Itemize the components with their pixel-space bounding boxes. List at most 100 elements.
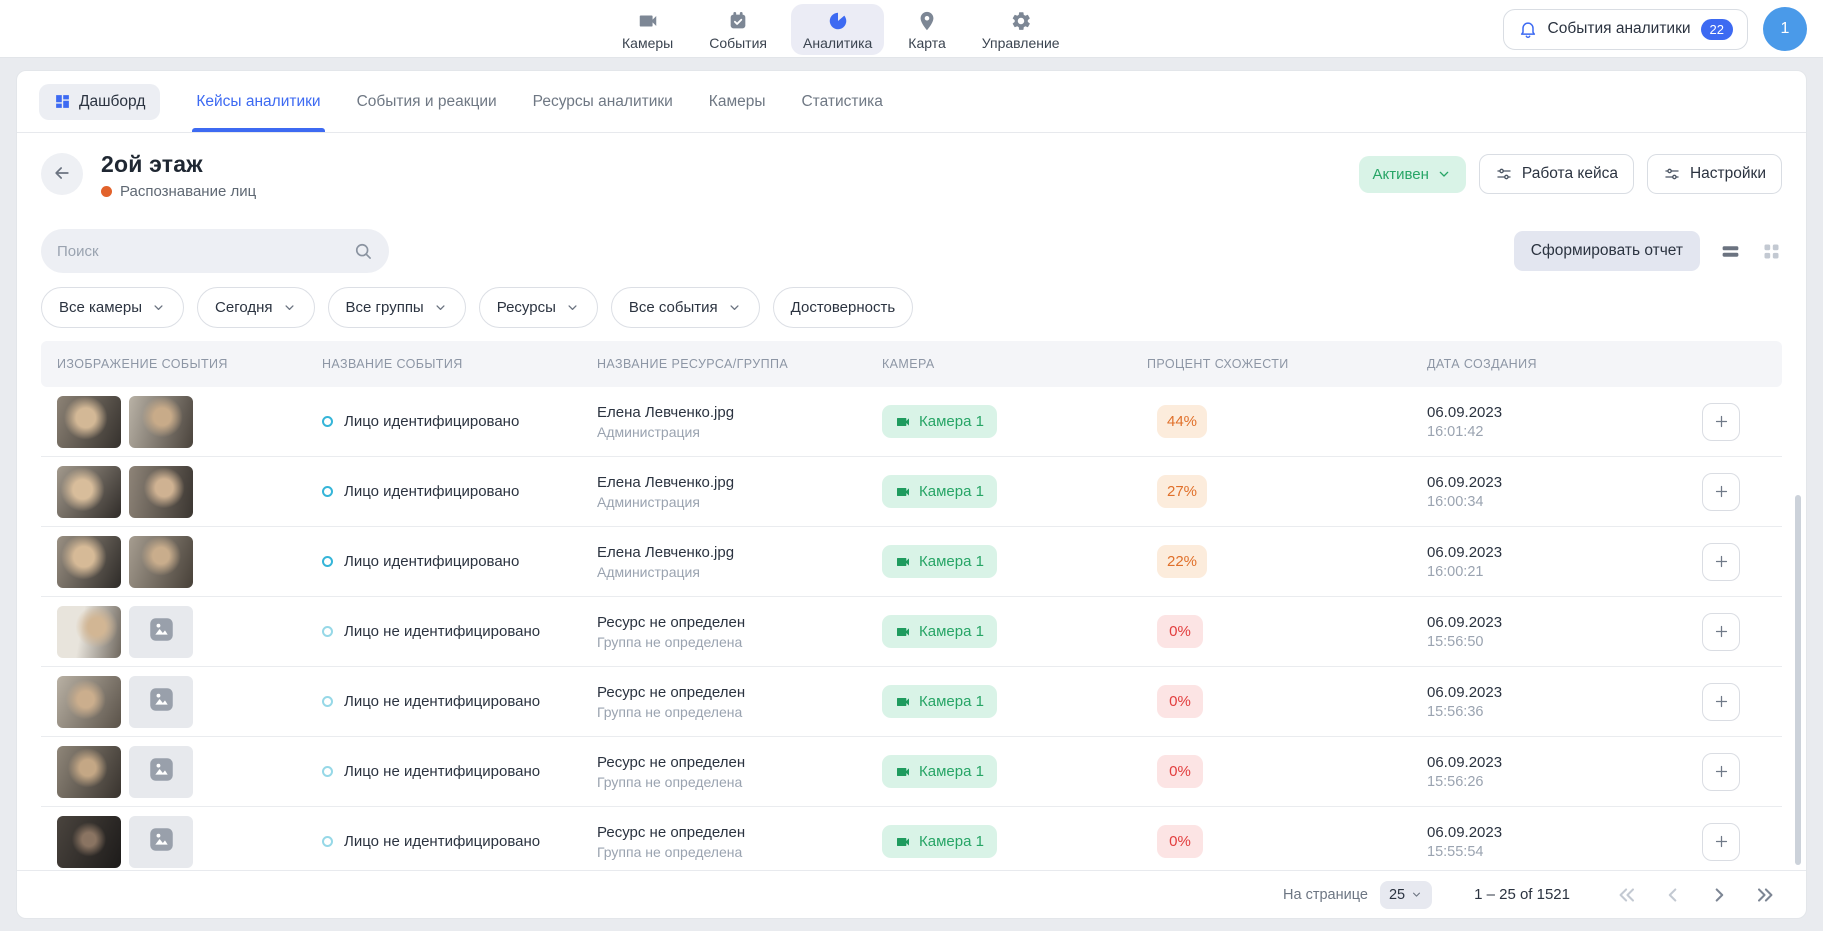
avatar[interactable]: 1 (1763, 7, 1807, 51)
camera-badge: Камера 1 (882, 475, 997, 508)
case-work-button[interactable]: Работа кейса (1479, 154, 1634, 194)
resource-name: Елена Левченко.jpg (597, 474, 882, 491)
event-photo[interactable] (57, 676, 121, 728)
list-view-icon[interactable] (1720, 241, 1741, 262)
tab-1[interactable]: Кейсы аналитики (196, 71, 320, 132)
case-settings-button[interactable]: Настройки (1647, 154, 1782, 194)
per-page-value: 25 (1389, 887, 1405, 903)
videocam-icon (895, 554, 911, 570)
filter-label: Сегодня (215, 299, 273, 316)
action-cell (1657, 823, 1766, 861)
table-row[interactable]: Лицо не идентифицировано Ресурс не опред… (41, 737, 1782, 807)
search-icon[interactable] (353, 241, 373, 261)
avatar-text: 1 (1781, 20, 1790, 38)
event-photo-placeholder[interactable] (129, 816, 193, 868)
grid-view-icon[interactable] (1761, 241, 1782, 262)
bell-icon (1518, 19, 1538, 39)
next-page-button[interactable] (1708, 884, 1730, 906)
arrow-left-icon (52, 163, 72, 186)
tab-label: События и реакции (357, 93, 497, 111)
videocam-icon (895, 484, 911, 500)
search-input[interactable] (57, 243, 353, 260)
event-date: 06.09.2023 (1427, 474, 1657, 491)
event-name-cell: Лицо идентифицировано (322, 553, 597, 570)
case-work-label: Работа кейса (1522, 165, 1618, 183)
resource-name: Ресурс не определен (597, 614, 882, 631)
last-page-button[interactable] (1754, 884, 1776, 906)
similarity-percent: 44% (1157, 405, 1207, 438)
table-row[interactable]: Лицо не идентифицировано Ресурс не опред… (41, 667, 1782, 737)
topnav-item-camera[interactable]: Камеры (610, 4, 685, 55)
event-photo[interactable] (129, 466, 193, 518)
tab-4[interactable]: Камеры (709, 71, 766, 132)
action-cell (1657, 683, 1766, 721)
event-photo[interactable] (57, 536, 121, 588)
add-button[interactable] (1702, 823, 1740, 861)
filter-0[interactable]: Все камеры (41, 287, 184, 328)
event-photo[interactable] (57, 746, 121, 798)
similarity-percent: 0% (1157, 755, 1203, 788)
percent-cell: 22% (1147, 545, 1427, 578)
first-page-button[interactable] (1616, 884, 1638, 906)
topnav-item-map[interactable]: Карта (896, 4, 957, 55)
percent-cell: 0% (1147, 685, 1427, 718)
resource-name: Ресурс не определен (597, 754, 882, 771)
table-scrollbar[interactable] (1795, 495, 1801, 865)
generate-report-button[interactable]: Сформировать отчет (1514, 231, 1700, 271)
event-photo[interactable] (57, 396, 121, 448)
tab-2[interactable]: События и реакции (357, 71, 497, 132)
pagination-bar: На странице 25 1 – 25 of 1521 (17, 870, 1806, 918)
event-time: 16:01:42 (1427, 424, 1657, 440)
resource-name: Елена Левченко.jpg (597, 404, 882, 421)
column-header: ПРОЦЕНТ СХОЖЕСТИ (1147, 357, 1427, 371)
table-row[interactable]: Лицо идентифицировано Елена Левченко.jpg… (41, 387, 1782, 457)
date-cell: 06.09.2023 15:56:36 (1427, 684, 1657, 720)
search-box[interactable] (41, 229, 389, 273)
topnav-item-events[interactable]: События (697, 4, 779, 55)
filter-4[interactable]: Все события (611, 287, 760, 328)
event-photo[interactable] (57, 606, 121, 658)
event-photo[interactable] (57, 816, 121, 868)
videocam-icon (895, 834, 911, 850)
notification-count-badge: 22 (1701, 19, 1733, 40)
table-row[interactable]: Лицо не идентифицировано Ресурс не опред… (41, 597, 1782, 667)
event-photo-placeholder[interactable] (129, 676, 193, 728)
percent-cell: 27% (1147, 475, 1427, 508)
topnav-item-analytics[interactable]: Аналитика (791, 4, 884, 55)
event-photo[interactable] (57, 466, 121, 518)
event-photo-placeholder[interactable] (129, 746, 193, 798)
table-row[interactable]: Лицо идентифицировано Елена Левченко.jpg… (41, 457, 1782, 527)
table-row[interactable]: Лицо идентифицировано Елена Левченко.jpg… (41, 527, 1782, 597)
topnav-item-settings[interactable]: Управление (970, 4, 1072, 55)
filter-5[interactable]: Достоверность (773, 287, 914, 328)
filter-3[interactable]: Ресурсы (479, 287, 598, 328)
status-dropdown[interactable]: Активен (1359, 156, 1466, 193)
event-photo[interactable] (129, 536, 193, 588)
add-button[interactable] (1702, 403, 1740, 441)
add-button[interactable] (1702, 683, 1740, 721)
add-button[interactable] (1702, 613, 1740, 651)
add-button[interactable] (1702, 753, 1740, 791)
per-page-label: На странице (1283, 887, 1368, 903)
topnav-item-label: События (709, 35, 767, 51)
per-page-select[interactable]: 25 (1380, 881, 1432, 909)
filter-1[interactable]: Сегодня (197, 287, 315, 328)
tab-0[interactable]: Дашборд (39, 84, 160, 120)
table-body: Лицо идентифицировано Елена Левченко.jpg… (41, 387, 1782, 870)
analytics-events-button[interactable]: События аналитики 22 (1503, 9, 1748, 50)
event-name: Лицо не идентифицировано (344, 623, 540, 640)
event-name-cell: Лицо не идентифицировано (322, 693, 597, 710)
add-button[interactable] (1702, 473, 1740, 511)
event-photo-placeholder[interactable] (129, 606, 193, 658)
table-row[interactable]: Лицо не идентифицировано Ресурс не опред… (41, 807, 1782, 870)
prev-page-button[interactable] (1662, 884, 1684, 906)
add-button[interactable] (1702, 543, 1740, 581)
tab-5[interactable]: Статистика (801, 71, 882, 132)
action-cell (1657, 403, 1766, 441)
filter-2[interactable]: Все группы (328, 287, 466, 328)
event-name-cell: Лицо не идентифицировано (322, 833, 597, 850)
event-photo[interactable] (129, 396, 193, 448)
back-button[interactable] (41, 153, 83, 195)
camera-badge: Камера 1 (882, 755, 997, 788)
tab-3[interactable]: Ресурсы аналитики (533, 71, 673, 132)
